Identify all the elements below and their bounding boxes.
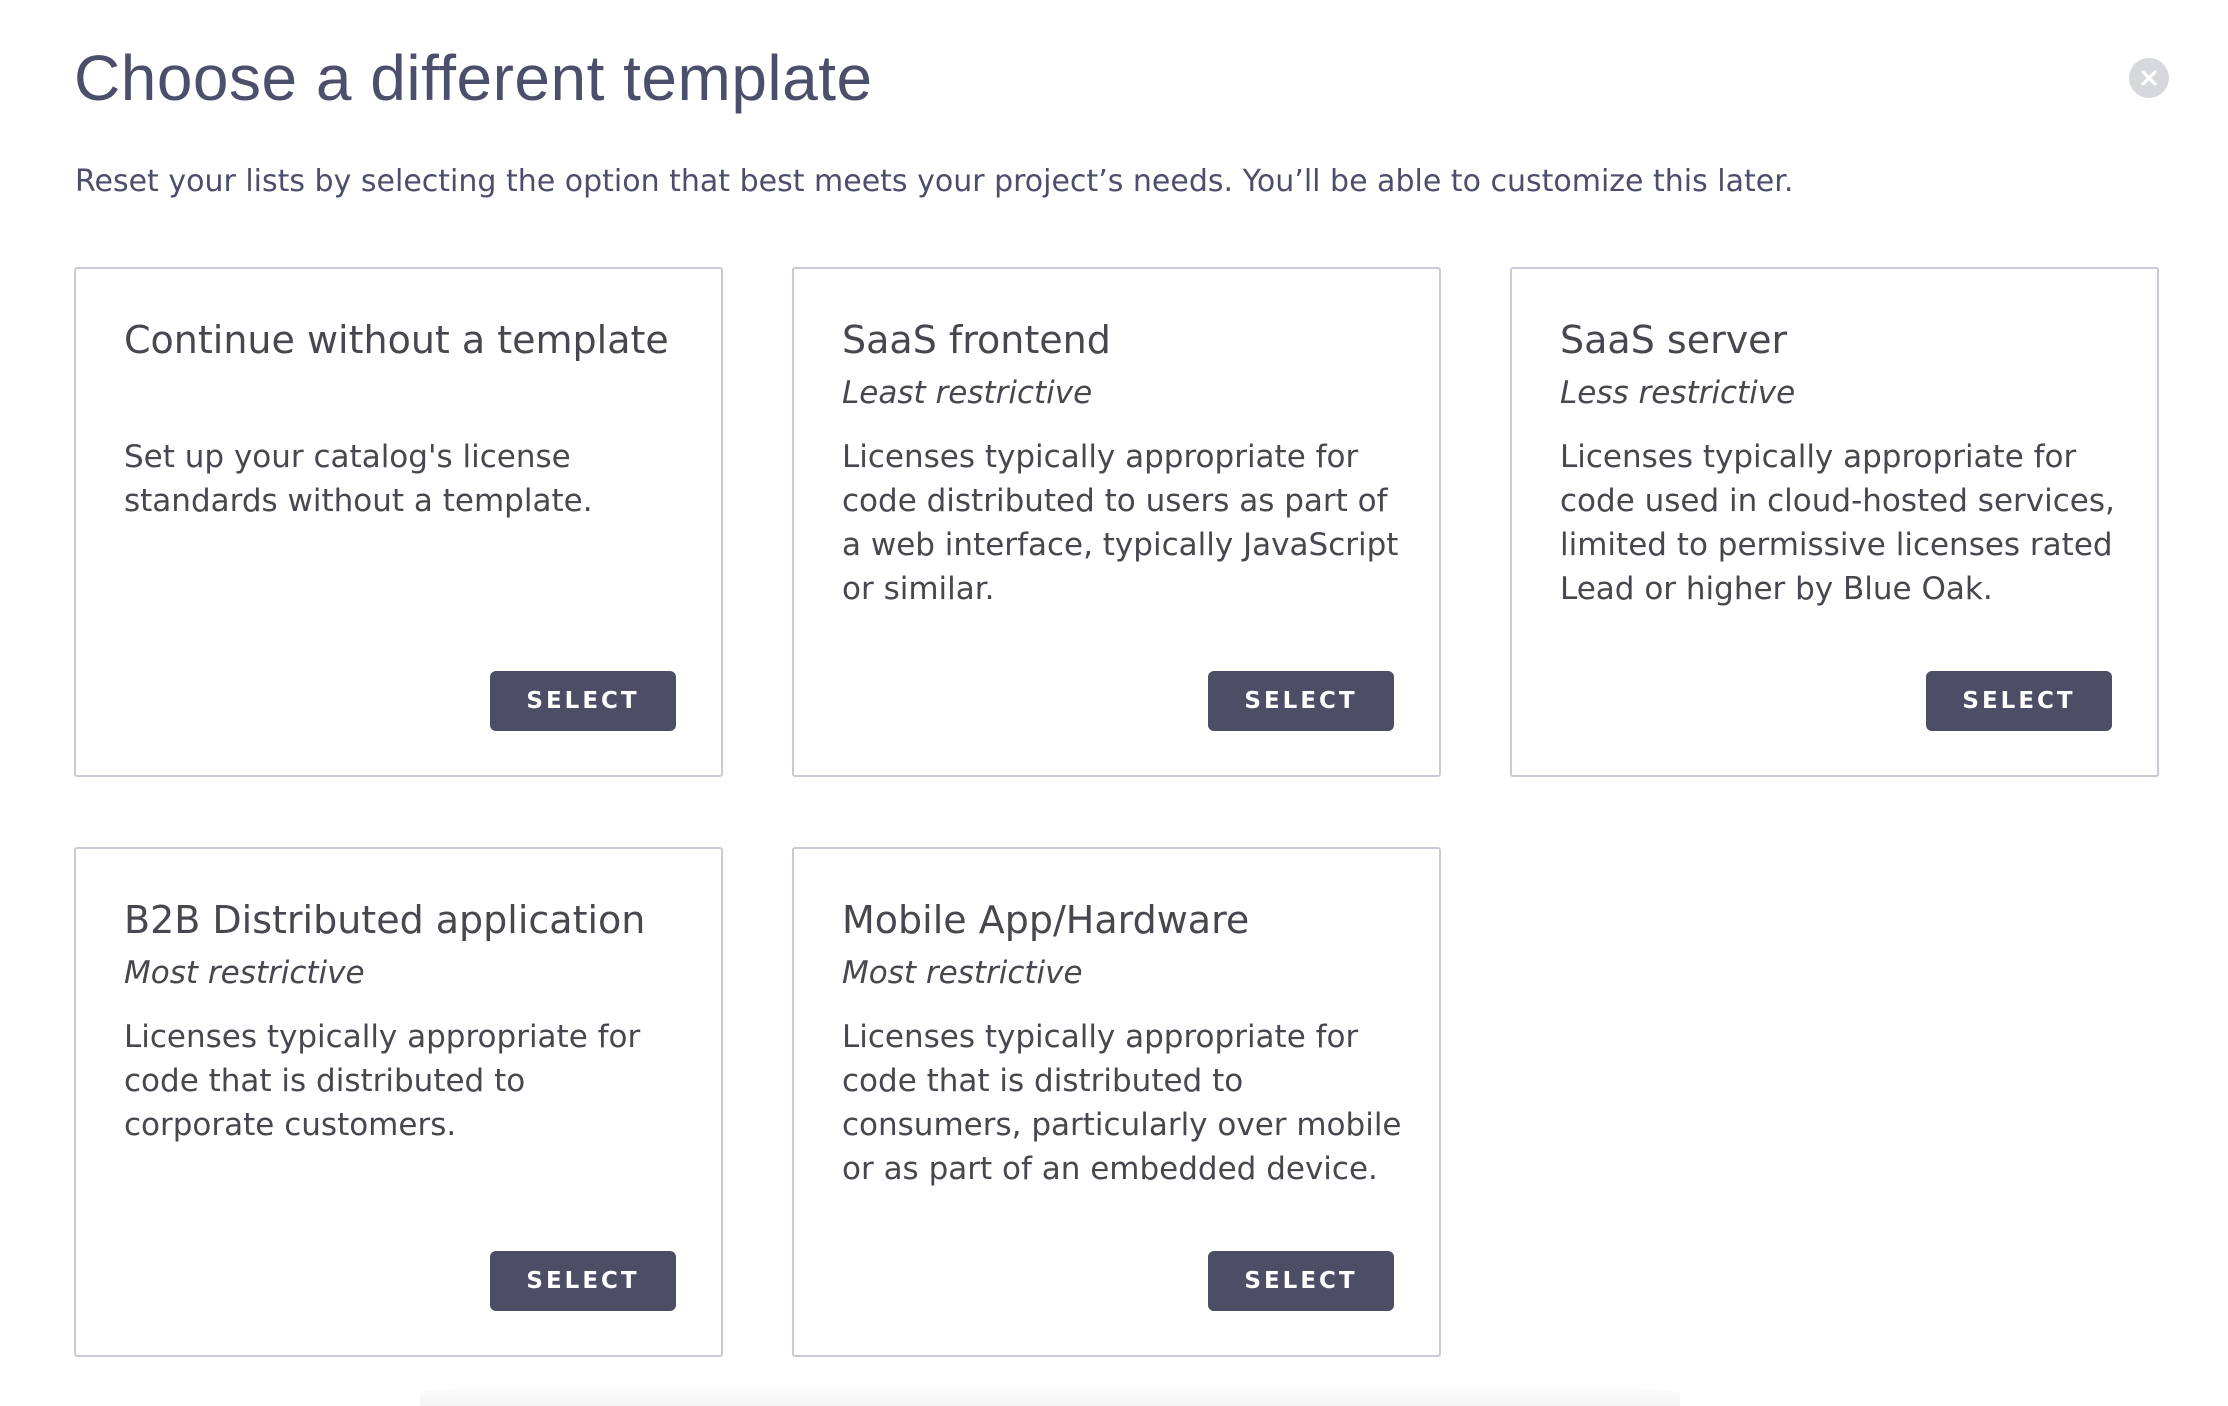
card-title: Mobile App/Hardware <box>842 898 1250 942</box>
select-button-b2b-distributed[interactable]: SELECT <box>490 1251 676 1311</box>
select-button-mobile-hardware[interactable]: SELECT <box>1208 1251 1394 1311</box>
select-button-no-template[interactable]: SELECT <box>490 671 676 731</box>
template-card-mobile-hardware: Mobile App/Hardware Most restrictive Lic… <box>792 847 1441 1357</box>
card-title: B2B Distributed application <box>124 898 646 942</box>
template-card-no-template: Continue without a template Set up your … <box>74 267 723 777</box>
card-description: Licenses typically appropriate for code … <box>124 1019 641 1143</box>
card-title: SaaS server <box>1560 318 1788 362</box>
choose-template-dialog: Choose a different template Reset your l… <box>0 0 2228 1406</box>
template-card-saas-frontend: SaaS frontend Least restrictive Licenses… <box>792 267 1441 777</box>
dialog-title: Choose a different template <box>74 42 873 114</box>
template-card-saas-server: SaaS server Less restrictive Licenses ty… <box>1510 267 2159 777</box>
card-description: Set up your catalog's license standards … <box>124 439 593 519</box>
card-title: SaaS frontend <box>842 318 1111 362</box>
card-restriction-level: Most restrictive <box>842 955 1083 991</box>
card-restriction-level: Less restrictive <box>1560 375 1796 411</box>
card-restriction-level: Most restrictive <box>124 955 365 991</box>
close-icon <box>2139 68 2159 88</box>
template-card-b2b-distributed: B2B Distributed application Most restric… <box>74 847 723 1357</box>
dialog-bottom-shadow <box>420 1380 1680 1406</box>
dialog-subtitle: Reset your lists by selecting the option… <box>75 164 1794 199</box>
card-description: Licenses typically appropriate for code … <box>842 1019 1402 1187</box>
select-button-saas-frontend[interactable]: SELECT <box>1208 671 1394 731</box>
card-description: Licenses typically appropriate for code … <box>842 439 1399 607</box>
select-button-saas-server[interactable]: SELECT <box>1926 671 2112 731</box>
card-title: Continue without a template <box>124 318 669 362</box>
card-description: Licenses typically appropriate for code … <box>1560 439 2115 607</box>
card-restriction-level: Least restrictive <box>842 375 1093 411</box>
close-button[interactable] <box>2129 58 2169 98</box>
